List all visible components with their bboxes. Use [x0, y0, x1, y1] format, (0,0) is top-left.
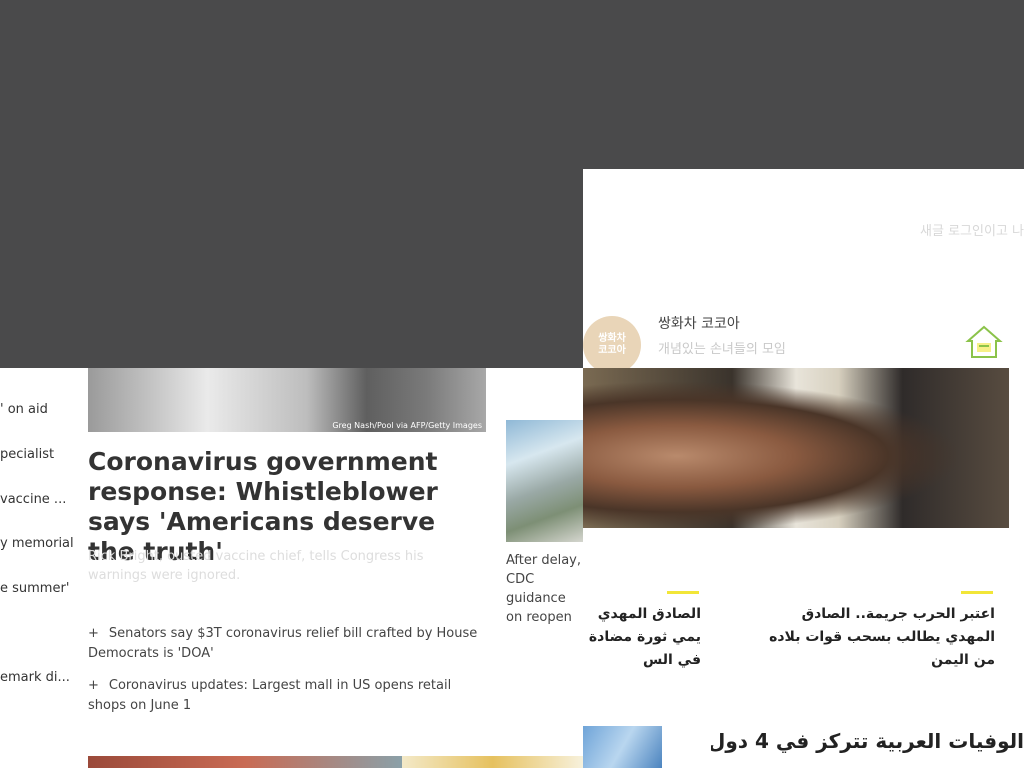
arabic-headline-left[interactable]: الصادق المهدي يمي ثورة مضادة في الس: [583, 603, 701, 672]
story-thumbnail[interactable]: [583, 726, 662, 768]
story-photo[interactable]: [583, 368, 1009, 528]
cafe-logo[interactable]: 쌍화차 코코아: [583, 316, 641, 374]
trending-item[interactable]: vaccine ...: [0, 491, 80, 509]
trending-item[interactable]: ' on aid: [0, 401, 80, 419]
accent-bar: [961, 591, 993, 594]
trending-item[interactable]: e summer': [0, 580, 80, 598]
trending-item[interactable]: y memorial: [0, 535, 80, 553]
login-hint[interactable]: 새글 로그인이고 나: [920, 220, 1024, 239]
lead-subhead: Rick Bright, ousted vaccine chief, tells…: [88, 549, 424, 583]
related-story[interactable]: + Senators say $3T coronavirus relief bil…: [88, 624, 486, 664]
trending-item[interactable]: pecialist: [0, 446, 80, 464]
story-thumbnail[interactable]: [402, 756, 583, 768]
cafe-name[interactable]: 쌍화차 코코아: [658, 313, 740, 333]
plus-icon: +: [88, 678, 99, 693]
popup-window: 새글 로그인이고 나 쌍화차 코코아 쌍화차 코코아 개념있는 손녀들의 모임 ا…: [583, 169, 1024, 768]
trending-item[interactable]: emark di...: [0, 669, 80, 687]
lead-story-photo[interactable]: Greg Nash/Pool via AFP/Getty Images: [88, 360, 486, 432]
side-story-headline[interactable]: After delay, CDC guidance on reopen: [506, 551, 586, 627]
cafe-description: 개념있는 손녀들의 모임: [658, 342, 786, 357]
photo-credit: Greg Nash/Pool via AFP/Getty Images: [332, 421, 482, 430]
story-thumbnail[interactable]: [88, 756, 402, 768]
home-icon[interactable]: [965, 324, 1003, 362]
related-story[interactable]: + Coronavirus updates: Largest mall in US…: [88, 676, 486, 716]
side-story-label: After delay, CDC guidance on reopen: [506, 553, 582, 625]
related-story-label: Senators say $3T coronavirus relief bill…: [88, 626, 478, 661]
arabic-headline-right[interactable]: اعتبر الحرب جريمة.. الصادق المهدي يطالب …: [768, 603, 995, 672]
plus-icon: +: [88, 626, 99, 641]
cafe-logo-text: 쌍화차 코코아: [598, 333, 626, 356]
accent-bar: [667, 591, 699, 594]
related-story-label: Coronavirus updates: Largest mall in US …: [88, 678, 452, 713]
side-story-photo[interactable]: [506, 420, 583, 542]
arabic-headline-main[interactable]: الوفيات العربية تتركز في 4 دول..: [711, 726, 1024, 756]
